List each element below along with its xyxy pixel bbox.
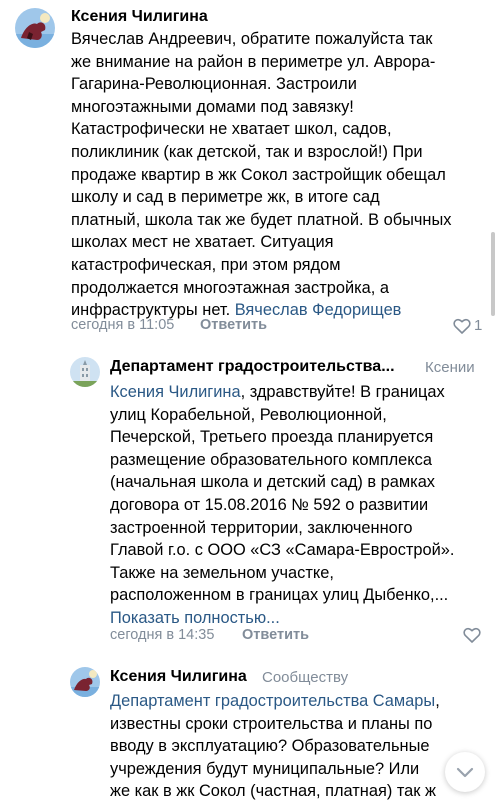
user-avatar-image [15, 8, 55, 48]
heart-icon [463, 627, 481, 643]
comment-line: известны сроки строительства и планы по [110, 714, 433, 733]
reply-button[interactable]: Ответить [242, 627, 309, 643]
comment-line: застроенной территории, заключенного [110, 518, 413, 537]
chevron-down-icon [456, 767, 474, 778]
avatar[interactable] [70, 357, 100, 387]
heart-icon [453, 318, 471, 334]
comment-line: Ксения Чилигина, здравствуйте! В граница… [110, 381, 490, 404]
comment-line: Гагарина-Революционная. Застроили [71, 75, 357, 94]
comment-author[interactable]: Ксения Чилигина [71, 8, 208, 26]
comment-text-fragment: , здравствуйте! В границах [240, 383, 445, 401]
comment-line: платный, школа так же будет платной. В о… [71, 210, 452, 229]
comment-line: продолжается многоэтажная застройка, а [71, 278, 389, 297]
comment-line: Главой г.о. с ООО «СЗ «Самара-Еврострой»… [110, 541, 455, 560]
user-avatar-image [70, 667, 100, 697]
reply-button[interactable]: Ответить [200, 317, 267, 333]
comment-line: Катастрофически не хватает школ, садов, [71, 120, 392, 139]
comment-line: школу и сад в периметре жк, в итоге сад [71, 188, 380, 207]
comment-author[interactable]: Ксения Чилигина [110, 668, 247, 686]
comment-line: многоэтажными домами под завязку! [71, 97, 354, 116]
scroll-down-button[interactable] [445, 752, 485, 792]
comment-line: Печерской, Третьего проезда планируется [110, 428, 434, 447]
comment-author[interactable]: Департамент градостроительства... [110, 358, 395, 376]
comment-line: школах мест не хватает. Ситуация [71, 233, 334, 252]
comment-text: Ксения Чилигина, здравствуйте! В граница… [110, 381, 490, 630]
comment-line: катастрофическая, при этом рядом [71, 255, 341, 274]
comment-line: вводу в эксплуатацию? Образовательные [110, 737, 430, 756]
comment-text: Департамент градостроительства Самары, и… [110, 690, 490, 800]
comment-line: учреждения будут муниципальные? Или [110, 759, 420, 778]
like-button[interactable] [463, 627, 484, 643]
comment-line: же внимание на район в периметре ул. Авр… [71, 52, 436, 71]
comment-line: улиц Корабельной, Революционной, [110, 405, 387, 424]
comment-text: Вячеслав Андреевич, обратите пожалуйста … [71, 28, 491, 322]
reply-recipient[interactable]: Ксении [425, 359, 475, 376]
like-count: 1 [474, 317, 483, 334]
scrollbar-thumb[interactable] [491, 232, 495, 316]
comment-line: Также на земельном участке, [110, 563, 334, 582]
comment-text-fragment: , [435, 692, 440, 710]
avatar[interactable] [70, 667, 100, 697]
comment-line: (начальная школа и детский сад) в рамках [110, 473, 436, 492]
comment-line: договора от 15.08.2016 № 592 о развитии [110, 495, 429, 514]
mention-link[interactable]: Департамент градостроительства Самары [110, 692, 435, 710]
like-button[interactable]: 1 [453, 317, 482, 334]
avatar[interactable] [15, 8, 55, 48]
comment-line: поликлиник (как детской, так и взрослой!… [71, 142, 423, 161]
comment-timestamp[interactable]: сегодня в 11:05 [71, 317, 174, 333]
comment-line: Департамент градостроительства Самары, [110, 690, 490, 713]
comment-line: размещение образовательного комплекса [110, 450, 432, 469]
comment-line: продаже квартир в жк Сокол застройщик об… [71, 165, 446, 184]
comment-line: же как в жк Сокол (частная, платная) так… [110, 782, 436, 800]
comment-timestamp[interactable]: сегодня в 14:35 [110, 627, 214, 643]
comment-line: Вячеслав Андреевич, обратите пожалуйста … [71, 30, 433, 48]
mention-link[interactable]: Ксения Чилигина [110, 383, 241, 401]
comment-line: расположенном в границах улиц Дыбенко,..… [110, 586, 449, 605]
organization-avatar-image [70, 357, 100, 387]
reply-recipient[interactable]: Сообществу [262, 669, 348, 686]
